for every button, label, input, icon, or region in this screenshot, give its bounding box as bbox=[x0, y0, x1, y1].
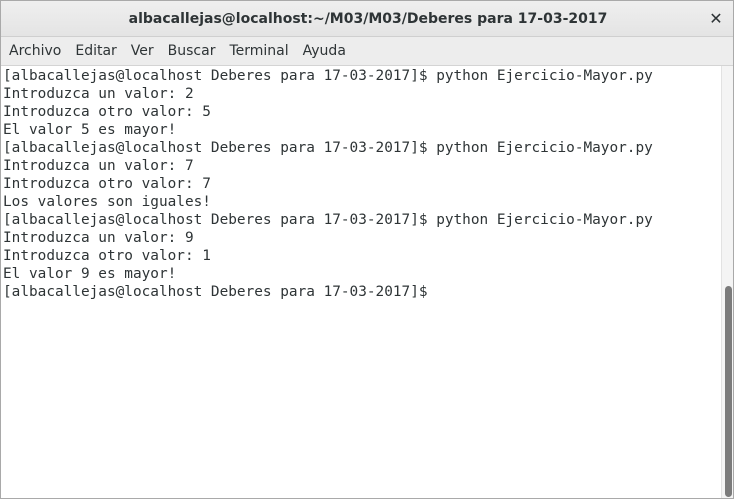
menu-buscar[interactable]: Buscar bbox=[161, 37, 223, 66]
terminal-line: Introduzca un valor: 2 bbox=[3, 86, 194, 102]
menu-archivo[interactable]: Archivo bbox=[2, 37, 68, 66]
close-button[interactable]: ✕ bbox=[705, 8, 727, 30]
terminal-line: El valor 9 es mayor! bbox=[3, 266, 177, 282]
text-cursor bbox=[437, 284, 446, 300]
terminal-line: Introduzca otro valor: 5 bbox=[3, 104, 211, 120]
terminal-line: Introduzca otro valor: 1 bbox=[3, 248, 211, 264]
terminal-line: [albacallejas@localhost Deberes para 17-… bbox=[3, 68, 653, 84]
menu-ayuda[interactable]: Ayuda bbox=[296, 37, 353, 66]
terminal-window: albacallejas@localhost:~/M03/M03/Deberes… bbox=[0, 0, 734, 499]
window-title: albacallejas@localhost:~/M03/M03/Deberes… bbox=[128, 11, 608, 27]
scrollbar-thumb[interactable] bbox=[725, 286, 732, 497]
terminal-line: [albacallejas@localhost Deberes para 17-… bbox=[3, 140, 653, 156]
terminal-output[interactable]: [albacallejas@localhost Deberes para 17-… bbox=[1, 66, 723, 498]
terminal-line: Los valores son iguales! bbox=[3, 194, 211, 210]
menu-bar: Archivo Editar Ver Buscar Terminal Ayuda bbox=[1, 37, 733, 66]
terminal-line: El valor 5 es mayor! bbox=[3, 122, 177, 138]
terminal-line: Introduzca un valor: 9 bbox=[3, 230, 194, 246]
title-bar[interactable]: albacallejas@localhost:~/M03/M03/Deberes… bbox=[1, 1, 733, 37]
terminal-line: [albacallejas@localhost Deberes para 17-… bbox=[3, 212, 653, 228]
close-icon: ✕ bbox=[709, 9, 723, 28]
prompt-line[interactable]: [albacallejas@localhost Deberes para 17-… bbox=[3, 283, 723, 301]
terminal-line: Introduzca otro valor: 7 bbox=[3, 176, 211, 192]
terminal-line: Introduzca un valor: 7 bbox=[3, 158, 194, 174]
menu-ver[interactable]: Ver bbox=[124, 37, 161, 66]
scrollbar[interactable] bbox=[721, 66, 733, 498]
menu-terminal[interactable]: Terminal bbox=[222, 37, 295, 66]
shell-prompt: [albacallejas@localhost Deberes para 17-… bbox=[3, 284, 428, 300]
menu-editar[interactable]: Editar bbox=[68, 37, 123, 66]
